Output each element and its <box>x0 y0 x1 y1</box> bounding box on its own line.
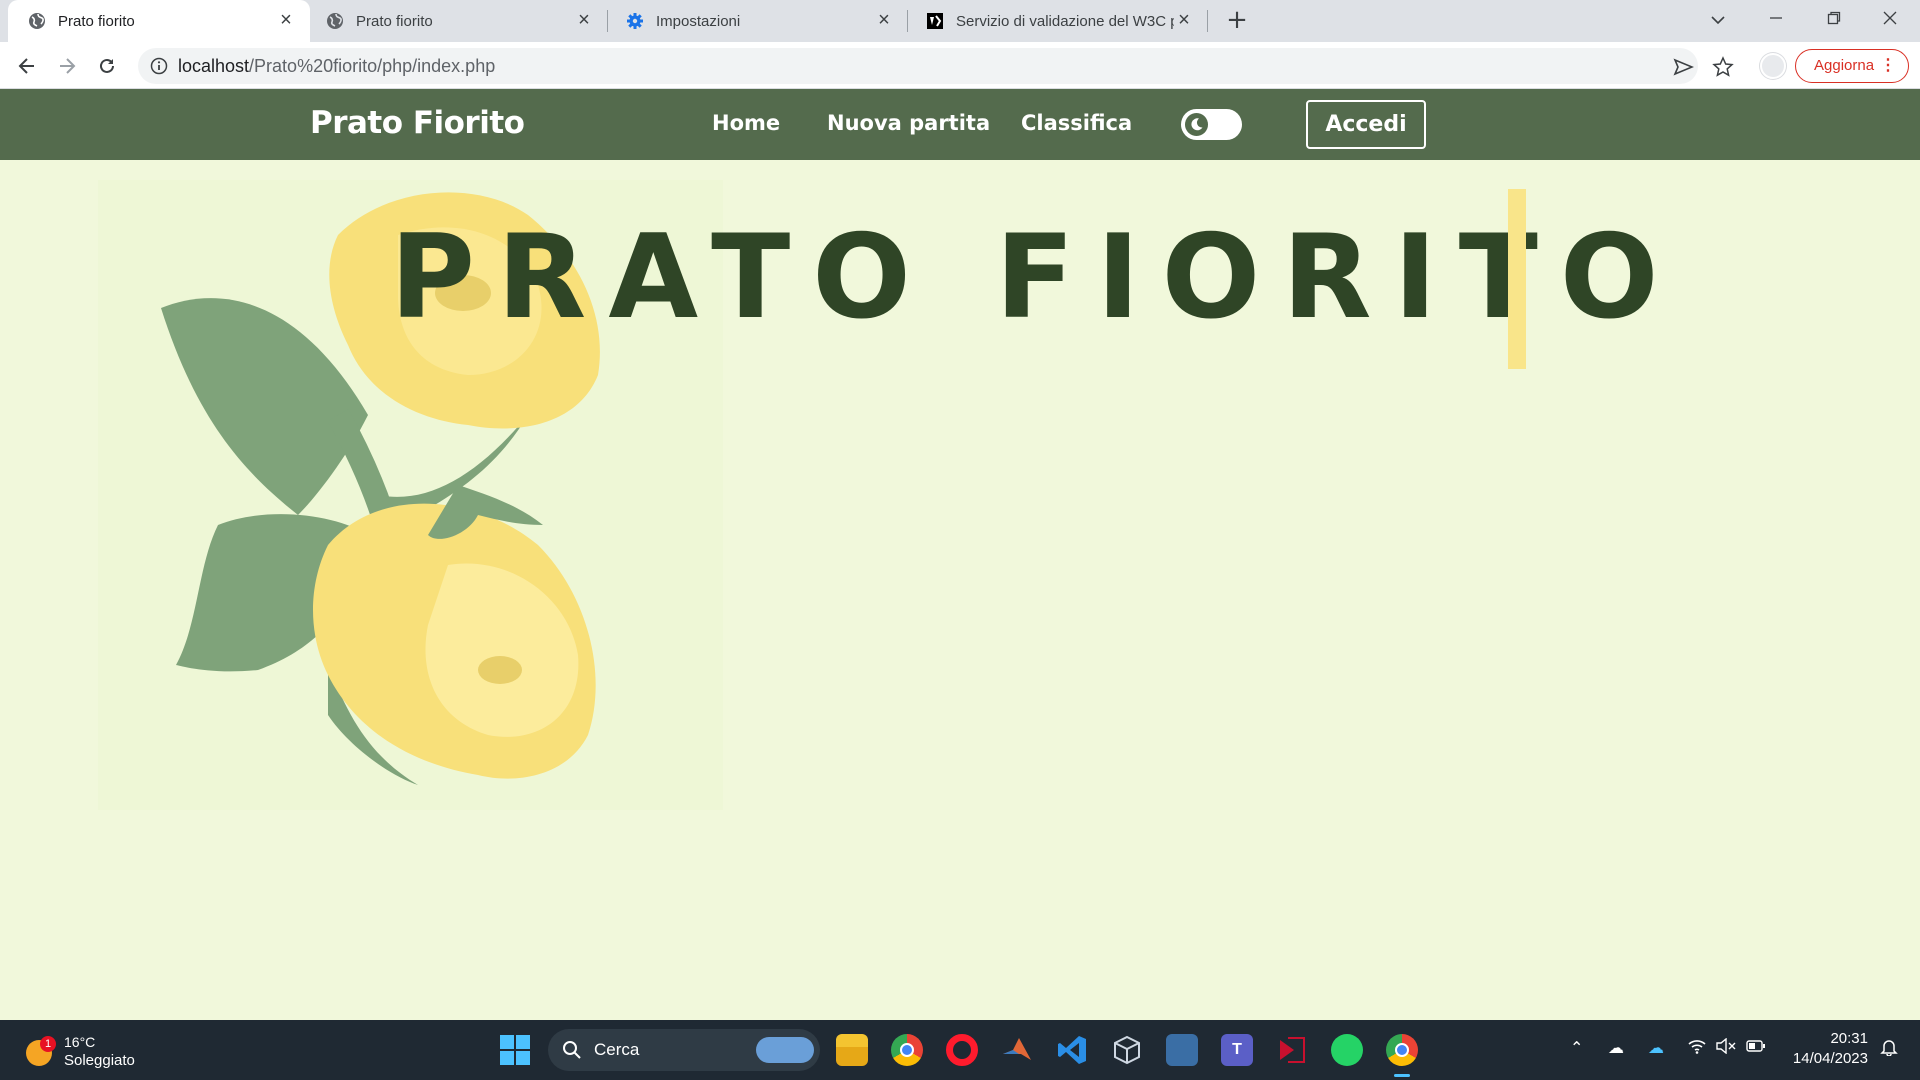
typing-caret <box>1508 189 1526 369</box>
tab-title: Prato fiorito <box>58 12 135 30</box>
tab-strip: Prato fiorito × Prato fiorito × Impostaz… <box>0 0 1920 42</box>
clock-date: 14/04/2023 <box>1792 1050 1868 1067</box>
gear-icon <box>627 13 643 29</box>
info-icon[interactable] <box>150 57 168 75</box>
more-menu-icon: ⋮ <box>1880 57 1896 74</box>
search-label: Cerca <box>594 1040 640 1059</box>
vscode-icon[interactable] <box>1056 1034 1088 1066</box>
search-highlight-icon <box>756 1037 814 1063</box>
bookmark-star-icon[interactable] <box>1712 56 1734 78</box>
globe-icon <box>327 13 343 29</box>
close-window-icon[interactable] <box>1870 4 1910 36</box>
volume-muted-icon[interactable] <box>1716 1037 1736 1058</box>
browser-toolbar: localhost/Prato%20fiorito/php/index.php … <box>0 42 1920 89</box>
weather-temperature: 16°C <box>64 1034 96 1050</box>
taskbar-search[interactable]: Cerca <box>548 1029 820 1071</box>
tab-title: Impostazioni <box>656 12 741 30</box>
windows-taskbar: 1 16°C Soleggiato Cerca T ⌃ ☁ ☁ 20:31 14… <box>0 1020 1920 1080</box>
site-brand[interactable]: Prato Fiorito <box>310 105 525 141</box>
wifi-icon[interactable] <box>1688 1038 1706 1058</box>
opera-icon[interactable] <box>946 1034 978 1066</box>
reload-icon[interactable] <box>91 50 123 82</box>
tab-separator <box>1207 10 1208 32</box>
send-icon[interactable] <box>1672 56 1694 78</box>
file-explorer-icon[interactable] <box>836 1034 868 1066</box>
tab-impostazioni[interactable]: Impostazioni × <box>606 0 908 42</box>
tray-overflow-chevron-icon[interactable]: ⌃ <box>1570 1038 1583 1057</box>
close-tab-icon[interactable]: × <box>574 10 594 31</box>
nav-leaderboard[interactable]: Classifica <box>1021 111 1132 135</box>
tab-w3c-validator[interactable]: Servizio di validazione del W3C p × <box>906 0 1208 42</box>
onedrive-sync-icon[interactable]: ☁ <box>1648 1038 1664 1057</box>
tab-title: Servizio di validazione del W3C p <box>956 12 1174 30</box>
weather-widget[interactable]: 1 16°C Soleggiato <box>26 1030 176 1072</box>
tab-search-chevron-icon[interactable] <box>1698 4 1738 36</box>
code-editor-icon[interactable] <box>1276 1034 1308 1066</box>
onedrive-icon[interactable]: ☁ <box>1608 1038 1624 1057</box>
virtualbox-icon[interactable] <box>1111 1034 1143 1066</box>
notifications-icon[interactable] <box>1880 1038 1898 1060</box>
hero-title: PRATO FIORITO <box>390 210 1681 345</box>
moon-icon <box>1191 118 1203 131</box>
close-tab-icon[interactable]: × <box>874 10 894 31</box>
tab-title: Prato fiorito <box>356 12 433 30</box>
mysql-workbench-icon[interactable] <box>1166 1034 1198 1066</box>
teams-icon[interactable]: T <box>1221 1034 1253 1066</box>
chrome-active-icon[interactable] <box>1386 1034 1418 1077</box>
profile-avatar[interactable] <box>1760 53 1786 79</box>
weather-condition: Soleggiato <box>64 1052 135 1069</box>
url-host: localhost <box>178 56 250 76</box>
tab-prato-fiorito-active[interactable]: Prato fiorito × <box>8 0 310 42</box>
minimize-icon[interactable] <box>1756 4 1796 36</box>
taskbar-clock[interactable]: 20:31 14/04/2023 <box>1780 1029 1868 1069</box>
nav-new-game[interactable]: Nuova partita <box>827 111 990 135</box>
rose-lower-center <box>478 656 522 684</box>
whatsapp-icon[interactable] <box>1331 1034 1363 1066</box>
update-button[interactable]: Aggiorna ⋮ <box>1795 49 1909 83</box>
globe-icon <box>29 13 45 29</box>
clock-time: 20:31 <box>1830 1030 1868 1047</box>
chrome-icon[interactable] <box>891 1034 923 1066</box>
notification-badge: 1 <box>40 1036 56 1052</box>
site-navbar: Prato Fiorito Home Nuova partita Classif… <box>0 89 1920 160</box>
url-text[interactable]: localhost/Prato%20fiorito/php/index.php <box>178 56 495 77</box>
nav-home[interactable]: Home <box>712 111 780 135</box>
url-path: /Prato%20fiorito/php/index.php <box>249 56 496 76</box>
tab-prato-fiorito-2[interactable]: Prato fiorito × <box>306 0 608 42</box>
address-bar[interactable]: localhost/Prato%20fiorito/php/index.php <box>138 48 1734 84</box>
restore-icon[interactable] <box>1814 4 1854 36</box>
search-icon <box>563 1041 581 1059</box>
back-icon[interactable] <box>11 50 43 82</box>
forward-icon[interactable] <box>51 50 83 82</box>
dark-mode-toggle[interactable] <box>1181 109 1242 140</box>
battery-icon[interactable] <box>1746 1038 1766 1057</box>
windows-start-icon[interactable] <box>500 1035 530 1065</box>
close-tab-icon[interactable]: × <box>1174 10 1194 31</box>
close-tab-icon[interactable]: × <box>276 10 296 31</box>
update-label: Aggiorna <box>1814 57 1875 74</box>
w3c-icon <box>927 13 943 29</box>
login-button[interactable]: Accedi <box>1306 100 1426 149</box>
matlab-icon[interactable] <box>1001 1034 1033 1066</box>
new-tab-button[interactable]: + <box>1222 6 1252 36</box>
